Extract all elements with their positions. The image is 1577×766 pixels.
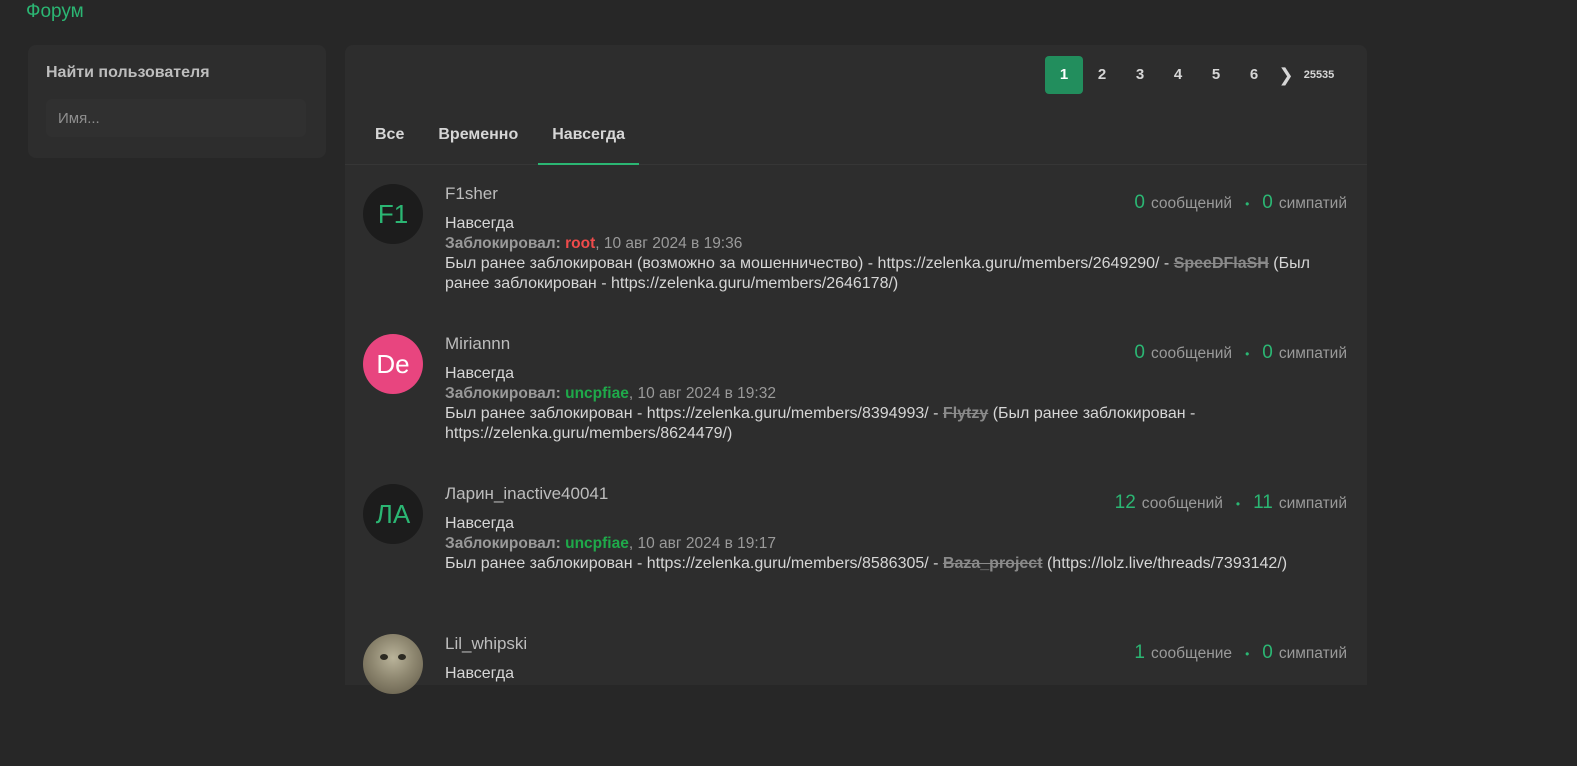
likes-label: симпатий (1278, 345, 1347, 362)
likes-count: 11 (1253, 492, 1273, 513)
last-page-button[interactable]: 25535 (1299, 56, 1339, 94)
avatar[interactable]: De (363, 334, 423, 394)
avatar-photo-detail (380, 654, 388, 660)
username-search-input[interactable] (46, 99, 306, 137)
ban-date: , 10 авг 2024 в 19:32 (628, 385, 776, 402)
page-4-button[interactable]: 4 (1159, 56, 1197, 94)
avatar-photo-detail (398, 654, 406, 660)
struck-username-link[interactable]: Baza_project (943, 555, 1043, 572)
user-stats: 0 сообщений • 0 симпатий (1134, 192, 1347, 214)
avatar-initials: F1 (377, 198, 409, 229)
list-item: F1 F1sher Навсегда Заблокировал: root, 1… (345, 166, 1367, 316)
find-user-title: Найти пользователя (46, 64, 210, 81)
user-stats: 1 сообщение • 0 симпатий (1134, 642, 1347, 664)
page-2-button[interactable]: 2 (1083, 56, 1121, 94)
page-3-button[interactable]: 3 (1121, 56, 1159, 94)
likes-count: 0 (1262, 642, 1273, 663)
avatar[interactable]: ЛА (363, 484, 423, 544)
reason-text: (https://lolz.live/threads/7393142/) (1042, 555, 1288, 572)
chevron-right-icon[interactable]: ❯ (1273, 56, 1299, 94)
ban-date: , 10 авг 2024 в 19:17 (628, 535, 776, 552)
page-5-button[interactable]: 5 (1197, 56, 1235, 94)
reason-text: Был ранее заблокирован - https://zelenka… (445, 405, 943, 422)
ban-duration: Навсегда (445, 665, 515, 682)
pagination: 1 2 3 4 5 6 ❯ 25535 (1045, 56, 1339, 94)
messages-count: 12 (1114, 492, 1136, 513)
banned-by-label: Заблокировал: (445, 535, 561, 552)
avatar[interactable] (363, 634, 423, 694)
ban-reason: Был ранее заблокирован - https://zelenka… (445, 554, 1335, 574)
avatar[interactable]: F1 (363, 184, 423, 244)
banned-by-label: Заблокировал: (445, 385, 561, 402)
avatar-initials: ЛА (375, 498, 411, 529)
banned-users-panel: 1 2 3 4 5 6 ❯ 25535 Все Временно Навсегд… (345, 45, 1367, 694)
messages-label: сообщение (1150, 645, 1233, 662)
ban-reason: Был ранее заблокирован (возможно за моше… (445, 254, 1335, 294)
tab-all[interactable]: Все (361, 117, 418, 165)
struck-username-link[interactable]: Flytzy (943, 405, 988, 422)
user-stats: 12 сообщений • 11 симпатий (1115, 492, 1347, 514)
separator-dot-icon: • (1245, 197, 1250, 211)
tab-permanent[interactable]: Навсегда (538, 117, 640, 165)
forum-link[interactable]: Форум (26, 0, 84, 24)
user-stats: 0 сообщений • 0 симпатий (1134, 342, 1347, 364)
messages-label: сообщений (1141, 495, 1223, 512)
messages-count: 1 (1134, 642, 1145, 663)
messages-count: 0 (1134, 192, 1145, 213)
likes-label: симпатий (1278, 495, 1347, 512)
likes-count: 0 (1262, 342, 1273, 363)
ban-date: , 10 авг 2024 в 19:36 (595, 235, 743, 252)
ban-reason: Был ранее заблокирован - https://zelenka… (445, 404, 1335, 444)
avatar-initials: De (376, 348, 410, 379)
page-6-button[interactable]: 6 (1235, 56, 1273, 94)
ban-duration: Навсегда (445, 215, 515, 232)
moderator-link[interactable]: root (565, 235, 595, 252)
tab-temporary[interactable]: Временно (424, 117, 532, 165)
reason-text: Был ранее заблокирован (возможно за моше… (445, 255, 1174, 272)
moderator-link[interactable]: uncpfiae (565, 385, 629, 402)
struck-username-link[interactable]: SpeeDFlaSH (1174, 255, 1269, 272)
likes-label: симпатий (1278, 195, 1347, 212)
messages-count: 0 (1134, 342, 1145, 363)
separator-dot-icon: • (1235, 497, 1241, 511)
list-item: De Miriannn Навсегда Заблокировал: uncpf… (345, 316, 1367, 466)
banned-users-list: F1 F1sher Навсегда Заблокировал: root, 1… (345, 166, 1367, 766)
ban-duration: Навсегда (445, 365, 515, 382)
ban-type-tabs: Все Временно Навсегда (345, 117, 1367, 165)
messages-label: сообщений (1150, 195, 1233, 212)
reason-text: Был ранее заблокирован - https://zelenka… (445, 555, 943, 572)
separator-dot-icon: • (1245, 347, 1250, 361)
banned-by-line: Заблокировал: root, 10 авг 2024 в 19:36 (445, 234, 1347, 254)
page-1-button[interactable]: 1 (1045, 56, 1083, 94)
banned-by-label: Заблокировал: (445, 235, 561, 252)
messages-label: сообщений (1150, 345, 1233, 362)
list-item: ЛА Ларин_inactive40041 Навсегда Заблокир… (345, 466, 1367, 616)
find-user-block: Найти пользователя (28, 45, 326, 158)
likes-count: 0 (1262, 192, 1273, 213)
banned-by-line: Заблокировал: uncpfiae, 10 авг 2024 в 19… (445, 384, 1347, 404)
banned-by-line: Заблокировал: uncpfiae, 10 авг 2024 в 19… (445, 534, 1347, 554)
ban-duration: Навсегда (445, 515, 515, 532)
likes-label: симпатий (1278, 645, 1347, 662)
separator-dot-icon: • (1245, 647, 1250, 661)
moderator-link[interactable]: uncpfiae (565, 535, 629, 552)
list-item: Lil_whipski Навсегда 1 сообщение • 0 сим… (345, 616, 1367, 766)
